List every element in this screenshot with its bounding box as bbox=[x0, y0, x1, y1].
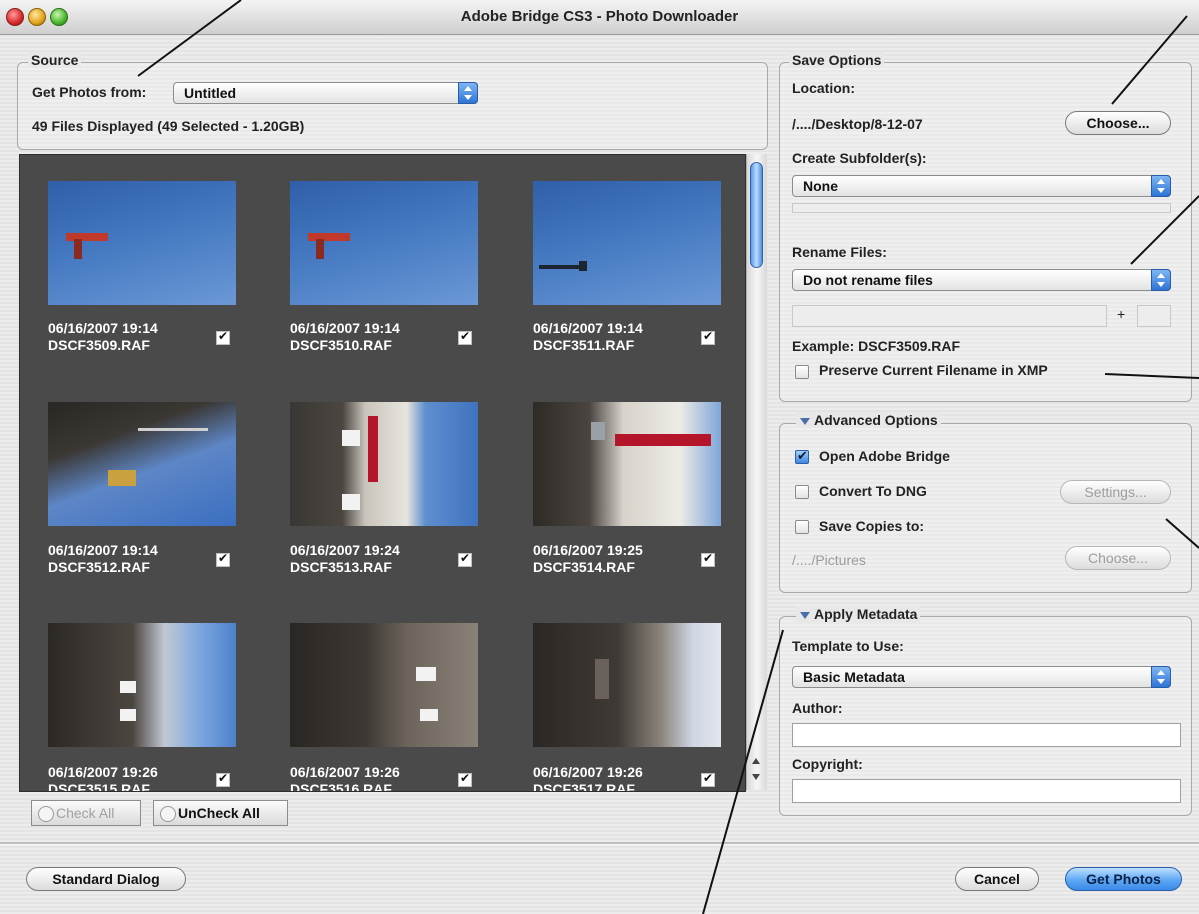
thumbnail-image[interactable] bbox=[48, 623, 236, 747]
thumbnail-caption: 06/16/2007 19:26 DSCF3517.RAF bbox=[533, 764, 643, 792]
thumbnail-caption: 06/16/2007 19:25 DSCF3514.RAF bbox=[533, 542, 643, 575]
check-all-icon bbox=[38, 806, 54, 822]
thumbnail-scrollbar[interactable] bbox=[746, 154, 767, 790]
thumbnail-image[interactable] bbox=[533, 402, 721, 526]
get-photos-button[interactable]: Get Photos bbox=[1065, 867, 1182, 891]
thumbnail-caption: 06/16/2007 19:14 DSCF3509.RAF bbox=[48, 320, 158, 353]
preserve-filename-checkbox[interactable] bbox=[795, 365, 809, 379]
title-bar: Adobe Bridge CS3 - Photo Downloader bbox=[0, 0, 1199, 35]
subfolder-label: Create Subfolder(s): bbox=[792, 150, 927, 166]
preserve-filename-label: Preserve Current Filename in XMP bbox=[819, 362, 1048, 378]
check-all-button[interactable]: Check All bbox=[31, 800, 141, 826]
rename-example: Example: DSCF3509.RAF bbox=[792, 338, 961, 354]
scroll-up-icon[interactable] bbox=[752, 758, 760, 764]
thumbnail-checkbox[interactable] bbox=[216, 771, 230, 787]
open-bridge-checkbox[interactable] bbox=[795, 448, 809, 464]
disclosure-triangle-icon[interactable] bbox=[800, 612, 810, 619]
popup-arrows-icon bbox=[1151, 175, 1171, 197]
open-bridge-label: Open Adobe Bridge bbox=[819, 448, 950, 464]
advanced-options-legend[interactable]: Advanced Options bbox=[796, 412, 941, 428]
thumbnail-image[interactable] bbox=[533, 623, 721, 747]
convert-dng-checkbox[interactable] bbox=[795, 485, 809, 499]
template-label: Template to Use: bbox=[792, 638, 904, 654]
author-label: Author: bbox=[792, 700, 843, 716]
thumbnail-caption: 06/16/2007 19:26 DSCF3515.RAF bbox=[48, 764, 158, 792]
thumbnail-checkbox[interactable] bbox=[701, 551, 715, 567]
apply-metadata-legend[interactable]: Apply Metadata bbox=[796, 606, 921, 622]
thumbnail-checkbox[interactable] bbox=[701, 771, 715, 787]
window-title: Adobe Bridge CS3 - Photo Downloader bbox=[460, 8, 739, 25]
thumbnail-image[interactable] bbox=[533, 181, 721, 305]
location-label: Location: bbox=[792, 80, 855, 96]
dng-settings-button[interactable]: Settings... bbox=[1060, 480, 1171, 504]
copyright-input[interactable] bbox=[792, 779, 1181, 803]
thumbnail-checkbox[interactable] bbox=[458, 329, 472, 345]
save-copies-checkbox[interactable] bbox=[795, 520, 809, 534]
thumbnail-caption: 06/16/2007 19:26 DSCF3516.RAF bbox=[290, 764, 400, 792]
disclosure-triangle-icon[interactable] bbox=[800, 418, 810, 425]
scrollbar-thumb[interactable] bbox=[750, 162, 763, 268]
author-input[interactable] bbox=[792, 723, 1181, 747]
save-copies-label: Save Copies to: bbox=[819, 518, 925, 534]
rename-sequence-field[interactable] bbox=[1137, 305, 1171, 327]
files-status: 49 Files Displayed (49 Selected - 1.20GB… bbox=[32, 118, 305, 134]
popup-arrows-icon bbox=[458, 82, 478, 104]
popup-arrows-icon bbox=[1151, 666, 1171, 688]
footer-divider bbox=[0, 842, 1199, 845]
thumbnail-image[interactable] bbox=[290, 623, 478, 747]
source-group bbox=[17, 62, 768, 150]
thumbnail-grid[interactable]: 06/16/2007 19:14DSCF3509.RAF 06/16/2007 … bbox=[19, 154, 746, 792]
thumbnail-checkbox[interactable] bbox=[216, 551, 230, 567]
get-photos-from-value: Untitled bbox=[184, 85, 237, 101]
cancel-button[interactable]: Cancel bbox=[955, 867, 1039, 891]
subfolder-text-field[interactable] bbox=[792, 203, 1171, 213]
standard-dialog-button[interactable]: Standard Dialog bbox=[26, 867, 186, 891]
popup-arrows-icon bbox=[1151, 269, 1171, 291]
copies-path: /..../Pictures bbox=[792, 552, 866, 568]
save-options-legend: Save Options bbox=[789, 52, 885, 68]
thumbnail-caption: 06/16/2007 19:14 DSCF3512.RAF bbox=[48, 542, 158, 575]
thumbnail-checkbox[interactable] bbox=[216, 329, 230, 345]
rename-files-select[interactable]: Do not rename files bbox=[792, 269, 1171, 291]
rename-files-label: Rename Files: bbox=[792, 244, 887, 260]
uncheck-all-button[interactable]: UnCheck All bbox=[153, 800, 288, 826]
thumbnail-image[interactable] bbox=[290, 402, 478, 526]
thumbnail-image[interactable] bbox=[290, 181, 478, 305]
thumbnail-caption: 06/16/2007 19:14 DSCF3510.RAF bbox=[290, 320, 400, 353]
get-photos-label: Get Photos from: bbox=[32, 84, 147, 100]
thumbnail-caption: 06/16/2007 19:14 DSCF3511.RAF bbox=[533, 320, 643, 353]
location-choose-button[interactable]: Choose... bbox=[1065, 111, 1171, 135]
rename-prefix-field[interactable] bbox=[792, 305, 1107, 327]
source-legend: Source bbox=[28, 52, 82, 68]
get-photos-from-select[interactable]: Untitled bbox=[173, 82, 478, 104]
thumbnail-image[interactable] bbox=[48, 181, 236, 305]
copyright-label: Copyright: bbox=[792, 756, 863, 772]
subfolder-select[interactable]: None bbox=[792, 175, 1171, 197]
thumbnail-checkbox[interactable] bbox=[701, 329, 715, 345]
uncheck-all-icon bbox=[160, 806, 176, 822]
copies-choose-button[interactable]: Choose... bbox=[1065, 546, 1171, 570]
scroll-down-icon[interactable] bbox=[752, 774, 760, 780]
rename-plus-sign: + bbox=[1117, 306, 1126, 322]
convert-dng-label: Convert To DNG bbox=[819, 483, 927, 499]
thumbnail-checkbox[interactable] bbox=[458, 771, 472, 787]
location-value: /..../Desktop/8-12-07 bbox=[792, 116, 923, 132]
thumbnail-image[interactable] bbox=[48, 402, 236, 526]
thumbnail-checkbox[interactable] bbox=[458, 551, 472, 567]
template-select[interactable]: Basic Metadata bbox=[792, 666, 1171, 688]
thumbnail-caption: 06/16/2007 19:24 DSCF3513.RAF bbox=[290, 542, 400, 575]
